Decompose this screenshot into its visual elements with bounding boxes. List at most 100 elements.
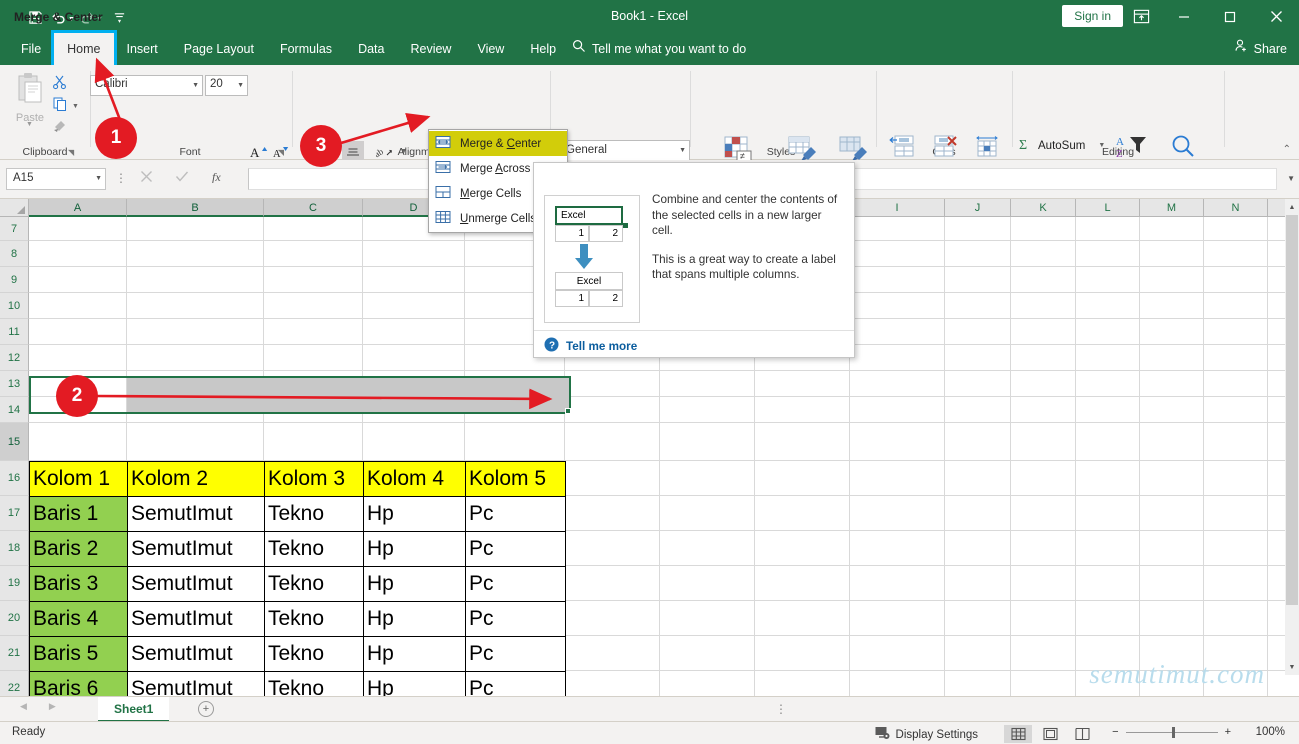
copy-button[interactable]: ▼ <box>52 93 88 115</box>
cell-L16[interactable] <box>1076 461 1140 496</box>
cell-B15[interactable] <box>127 423 264 461</box>
cell-F19[interactable] <box>565 566 660 601</box>
cell-D15[interactable] <box>363 423 465 461</box>
cell-K22[interactable] <box>1011 671 1076 696</box>
cell-H22[interactable] <box>755 671 850 696</box>
cell-I8[interactable] <box>850 241 945 267</box>
cell-I15[interactable] <box>850 423 945 461</box>
table-cell[interactable]: Hp <box>363 636 466 672</box>
cell-F16[interactable] <box>565 461 660 496</box>
cell-I12[interactable] <box>850 345 945 371</box>
cancel-icon[interactable] <box>140 170 153 188</box>
cell-I7[interactable] <box>850 217 945 241</box>
table-cell[interactable]: Pc <box>465 601 566 637</box>
table-cell[interactable]: Baris 6 <box>29 671 128 696</box>
sheet-bar-resize-handle[interactable]: ⋮ <box>775 702 788 716</box>
cell-N13[interactable] <box>1204 371 1268 397</box>
cell-L12[interactable] <box>1076 345 1140 371</box>
table-cell[interactable]: Tekno <box>264 636 364 672</box>
cell-N18[interactable] <box>1204 531 1268 566</box>
cell-N11[interactable] <box>1204 319 1268 345</box>
table-cell[interactable]: Hp <box>363 671 466 696</box>
row-header-10[interactable]: 10 <box>0 293 29 319</box>
cell-M16[interactable] <box>1140 461 1204 496</box>
share-button[interactable]: Share <box>1234 33 1287 65</box>
cell-F21[interactable] <box>565 636 660 671</box>
table-cell[interactable]: Hp <box>363 601 466 637</box>
cell-H16[interactable] <box>755 461 850 496</box>
cell-M17[interactable] <box>1140 496 1204 531</box>
cell-I21[interactable] <box>850 636 945 671</box>
name-box[interactable]: A15 ▼ <box>6 168 106 190</box>
page-layout-view-button[interactable] <box>1036 725 1064 743</box>
cell-H18[interactable] <box>755 531 850 566</box>
column-header-A[interactable]: A <box>29 199 127 217</box>
orientation-caret-icon[interactable]: ▼ <box>398 141 410 162</box>
cell-A10[interactable] <box>29 293 127 319</box>
scroll-up-icon[interactable]: ▲ <box>1285 199 1299 215</box>
cell-D10[interactable] <box>363 293 465 319</box>
cell-K11[interactable] <box>1011 319 1076 345</box>
enter-icon[interactable] <box>175 170 189 188</box>
cell-M11[interactable] <box>1140 319 1204 345</box>
tell-me-more-link[interactable]: ? Tell me more <box>544 337 637 355</box>
row-header-16[interactable]: 16 <box>0 461 29 496</box>
table-cell[interactable]: Pc <box>465 636 566 672</box>
cell-J10[interactable] <box>945 293 1011 319</box>
cell-K10[interactable] <box>1011 293 1076 319</box>
font-size-combo[interactable]: 20 ▼ <box>205 75 248 96</box>
sheet-prev-icon[interactable]: ◀ <box>20 701 27 712</box>
cell-K16[interactable] <box>1011 461 1076 496</box>
zoom-in-button[interactable]: + <box>1225 726 1231 738</box>
table-cell[interactable]: Baris 4 <box>29 601 128 637</box>
cell-N16[interactable] <box>1204 461 1268 496</box>
table-cell[interactable]: Tekno <box>264 566 364 602</box>
cell-J9[interactable] <box>945 267 1011 293</box>
cell-L17[interactable] <box>1076 496 1140 531</box>
cell-G14[interactable] <box>660 397 755 423</box>
cell-A15[interactable] <box>29 423 127 461</box>
row-header-15[interactable]: 15 <box>0 423 29 461</box>
align-bottom-button[interactable] <box>342 141 364 162</box>
cell-L20[interactable] <box>1076 601 1140 636</box>
cell-M9[interactable] <box>1140 267 1204 293</box>
format-painter-button[interactable] <box>52 115 88 137</box>
cell-J21[interactable] <box>945 636 1011 671</box>
cell-D12[interactable] <box>363 345 465 371</box>
cell-I18[interactable] <box>850 531 945 566</box>
row-header-18[interactable]: 18 <box>0 531 29 566</box>
minimize-button[interactable] <box>1161 0 1207 33</box>
insert-function-icon[interactable]: fx <box>211 169 227 188</box>
cell-K12[interactable] <box>1011 345 1076 371</box>
cell-K18[interactable] <box>1011 531 1076 566</box>
sheet-next-icon[interactable]: ▶ <box>49 701 56 712</box>
tell-me-search[interactable]: Tell me what you want to do <box>572 33 746 65</box>
cell-C9[interactable] <box>264 267 363 293</box>
cell-L11[interactable] <box>1076 319 1140 345</box>
table-cell[interactable]: Pc <box>465 671 566 696</box>
cell-H20[interactable] <box>755 601 850 636</box>
table-cell[interactable]: Tekno <box>264 531 364 567</box>
row-header-21[interactable]: 21 <box>0 636 29 671</box>
cell-F14[interactable] <box>565 397 660 423</box>
cell-M14[interactable] <box>1140 397 1204 423</box>
table-cell[interactable]: SemutImut <box>127 671 265 696</box>
row-header-13[interactable]: 13 <box>0 371 29 397</box>
cell-L18[interactable] <box>1076 531 1140 566</box>
cell-B11[interactable] <box>127 319 264 345</box>
table-cell[interactable]: Pc <box>465 531 566 567</box>
cell-G21[interactable] <box>660 636 755 671</box>
cell-G18[interactable] <box>660 531 755 566</box>
cell-M12[interactable] <box>1140 345 1204 371</box>
table-cell[interactable]: Pc <box>465 566 566 602</box>
cell-N14[interactable] <box>1204 397 1268 423</box>
display-settings-button[interactable]: Display Settings <box>875 726 978 743</box>
row-header-7[interactable]: 7 <box>0 217 29 241</box>
table-cell[interactable]: Tekno <box>264 601 364 637</box>
font-name-combo[interactable]: Calibri ▼ <box>90 75 203 96</box>
cell-N7[interactable] <box>1204 217 1268 241</box>
tab-help[interactable]: Help <box>517 33 569 65</box>
cell-G16[interactable] <box>660 461 755 496</box>
zoom-out-button[interactable]: − <box>1112 726 1118 738</box>
tab-home[interactable]: Home <box>51 30 117 68</box>
